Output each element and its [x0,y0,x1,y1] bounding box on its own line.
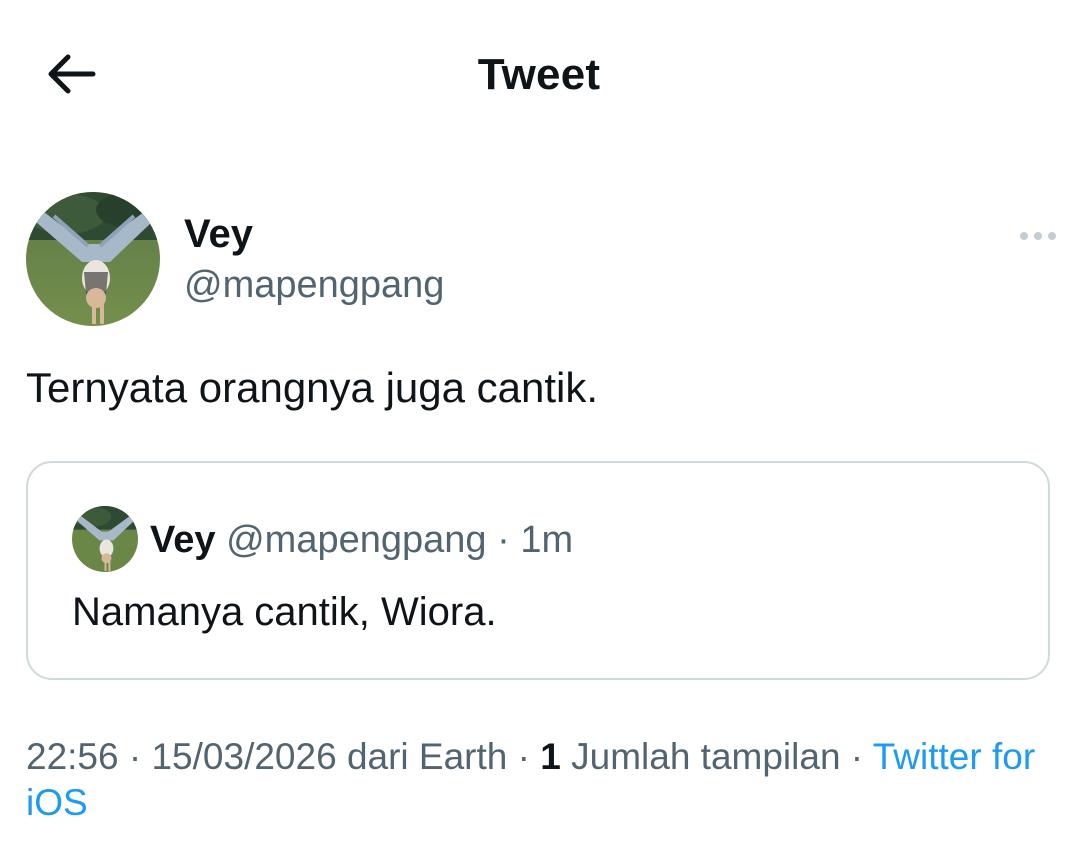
tweet-location: dari Earth [336,736,508,777]
views-label: Jumlah tampilan [560,736,841,777]
quoted-timestamp: 1m [520,519,574,561]
quoted-author-handle: @mapengpang [226,519,487,561]
tweet-text: Ternyata orangnya juga cantik. [26,364,599,411]
meta-separator: · [840,736,873,777]
more-button[interactable] [1010,218,1066,254]
quoted-separator: · [486,519,521,561]
more-horizontal-icon [1020,232,1056,240]
quoted-tweet-text: Namanya cantik, Wiora. [72,590,497,634]
meta-separator: · [118,736,152,777]
quoted-avatar [72,506,138,572]
tweet-date: 15/03/2026 [151,736,337,777]
quoted-author-name: Vey [150,519,216,561]
tweet-meta: 22:56 · 15/03/2026 dari Earth · 1 Jumlah… [26,734,1056,826]
avatar[interactable] [26,192,160,326]
quoted-tweet-card[interactable]: Vey @mapengpang · 1m Namanya cantik, Wio… [26,461,1050,680]
quoted-author-line: Vey @mapengpang · 1m [150,517,573,563]
top-bar: Tweet [0,0,1078,150]
meta-separator: · [507,736,541,777]
views-count: 1 [540,736,561,777]
page-title: Tweet [477,50,601,99]
quoted-avatar-photo [72,506,138,572]
author-handle[interactable]: @mapengpang [184,264,444,307]
author-name[interactable]: Vey [184,212,253,257]
avatar-photo [26,192,160,326]
tweet-time: 22:56 [26,736,119,777]
